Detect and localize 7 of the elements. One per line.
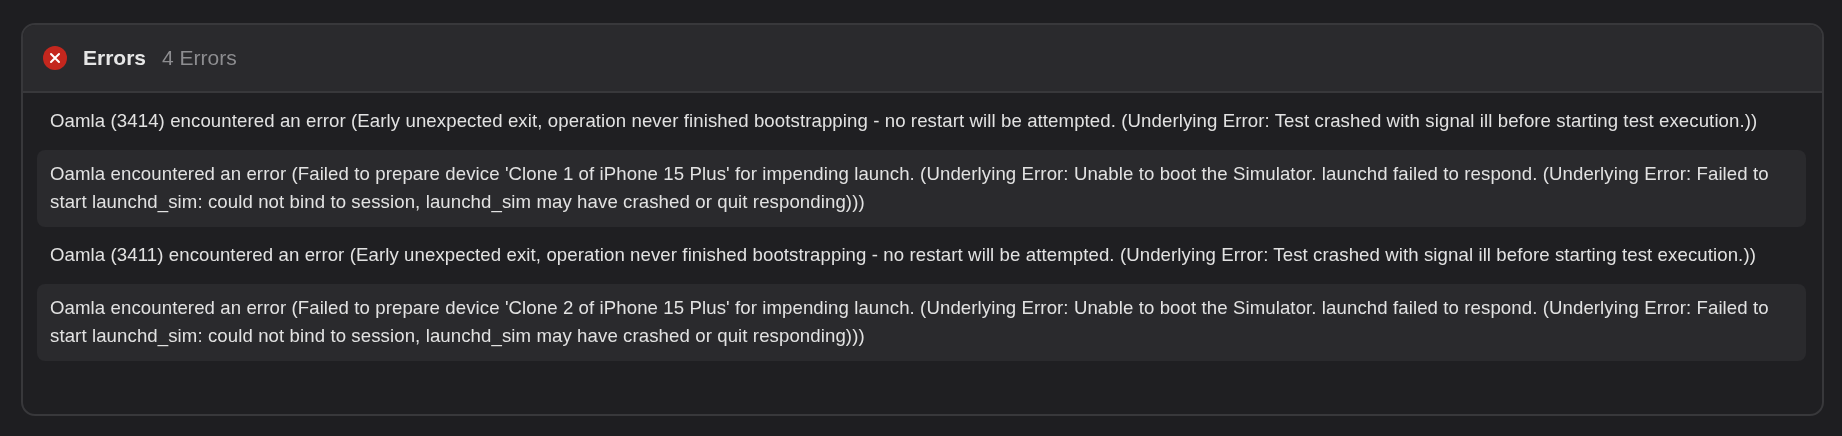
error-message[interactable]: Oamla (3411) encountered an error (Early unexpected exit, operation never finished bootstrapping - no restart will be attempted. (Underlying Error: Test crashed with signal ill before starting test execution.)) <box>37 231 1806 280</box>
panel-title: Errors <box>83 45 147 72</box>
error-message[interactable]: Oamla encountered an error (Failed to prepare device 'Clone 2 of iPhone 15 Plus' for impending launch. (Underlying Error: Unable to boot the Simulator. launchd failed to respond. (Underlying Error: Failed to start launchd_sim: could not bind to session, launchd_sim may have crashed or quit responding))) <box>37 284 1806 361</box>
error-count: 4 Errors <box>162 45 237 72</box>
error-message[interactable]: Oamla (3414) encountered an error (Early unexpected exit, operation never finished bootstrapping - no restart will be attempted. (Underlying Error: Test crashed with signal ill before starting test execution.)) <box>37 97 1806 146</box>
error-message[interactable]: Oamla encountered an error (Failed to prepare device 'Clone 1 of iPhone 15 Plus' for impending launch. (Underlying Error: Unable to boot the Simulator. launchd failed to respond. (Underlying Error: Failed to start launchd_sim: could not bind to session, launchd_sim may have crashed or quit responding))) <box>37 150 1806 227</box>
error-icon <box>43 46 67 70</box>
